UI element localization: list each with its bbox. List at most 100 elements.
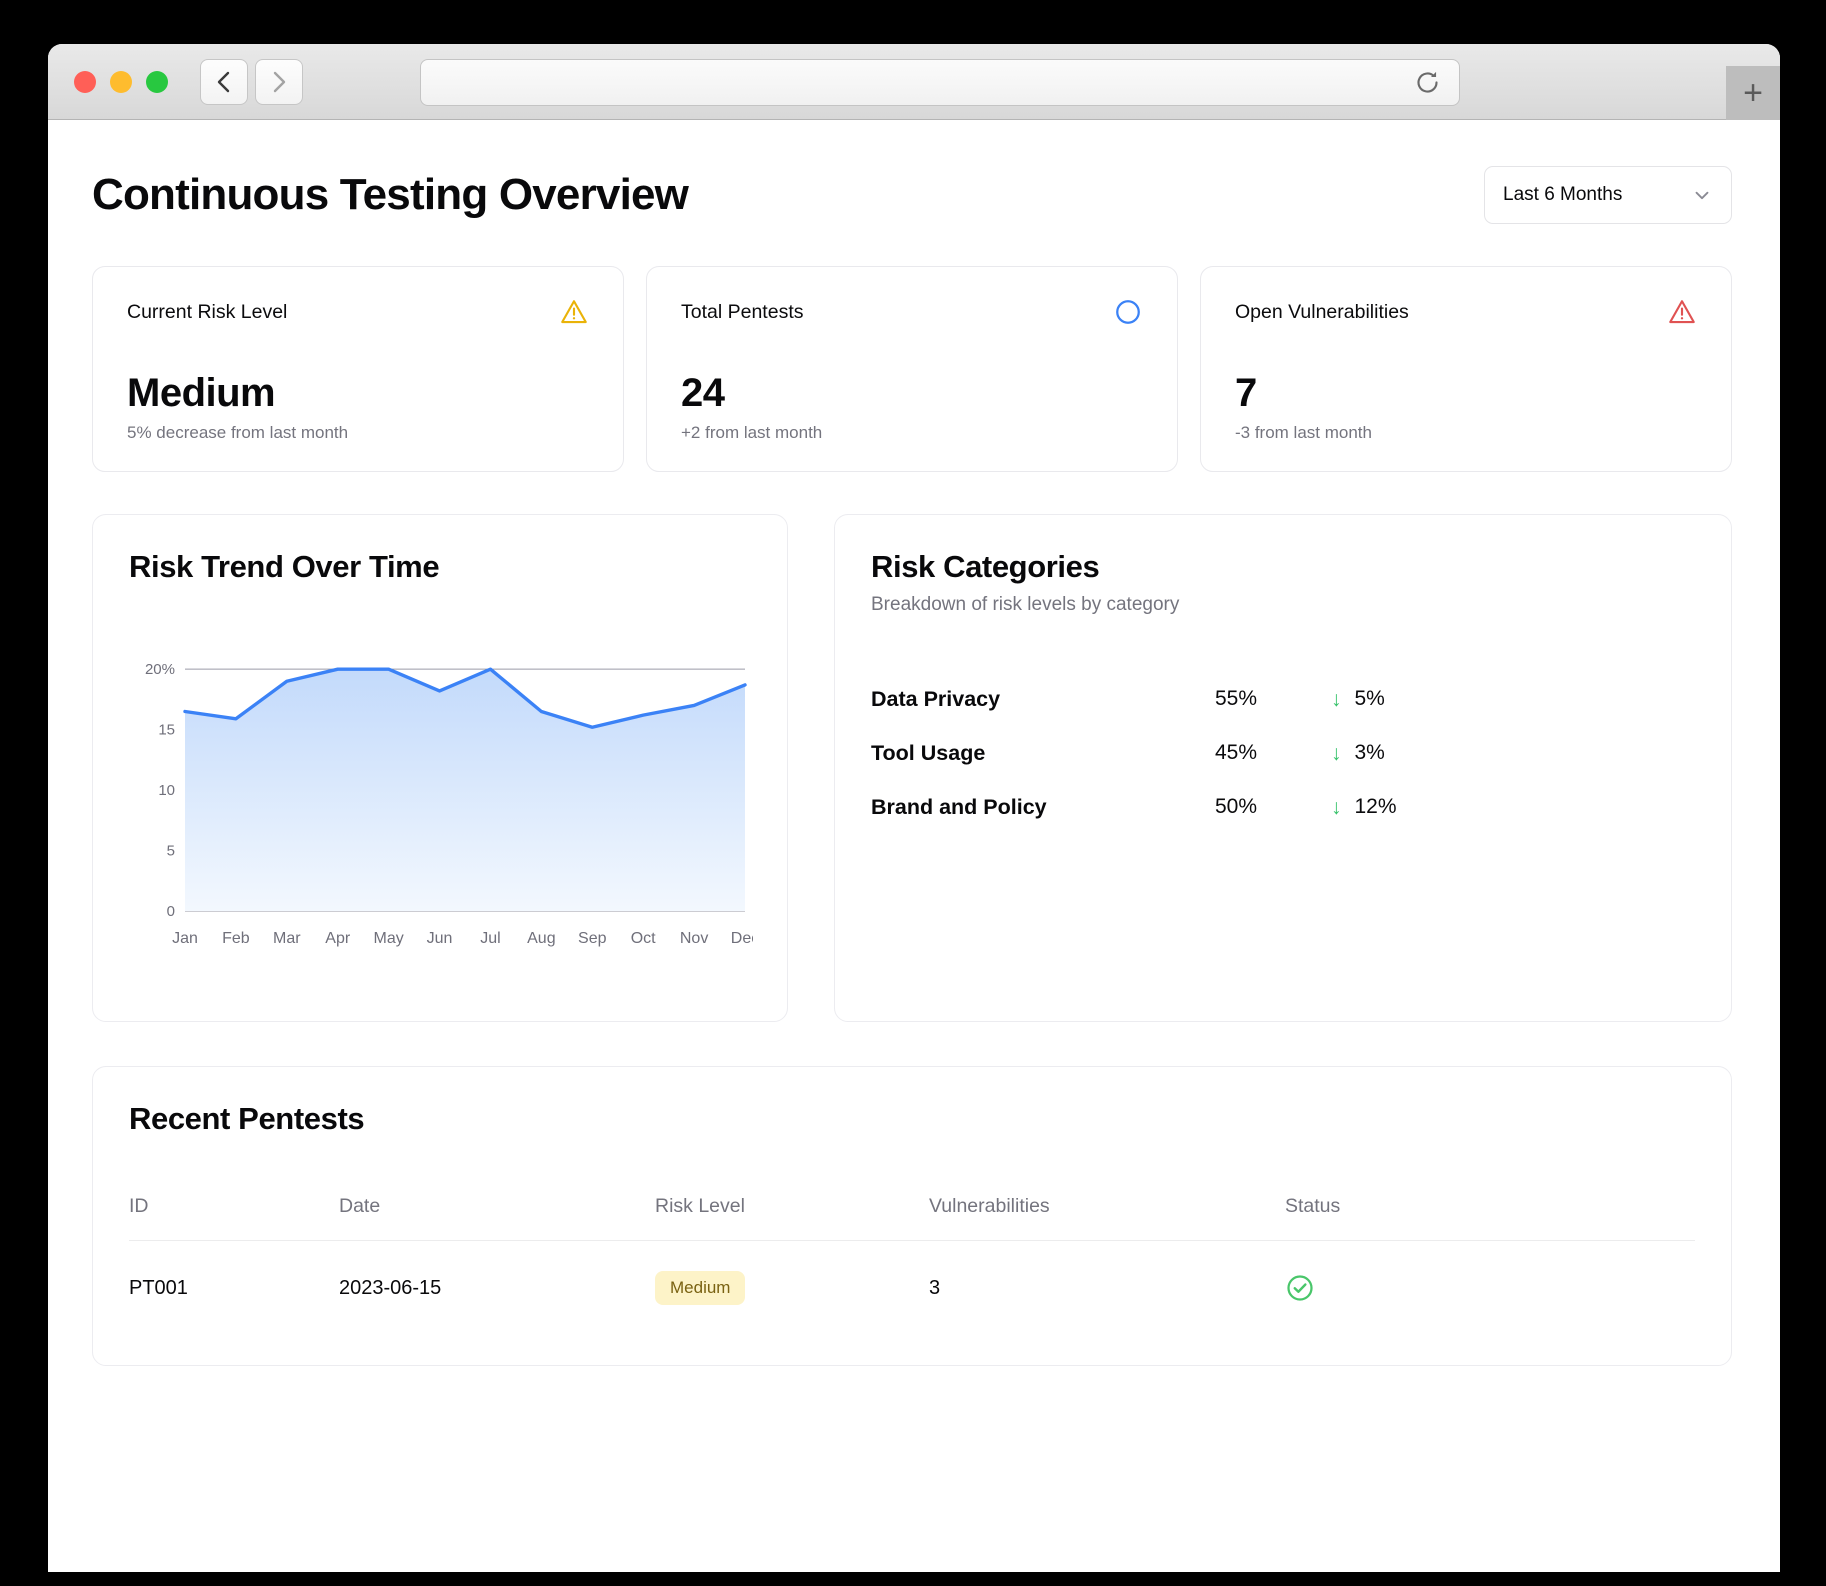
kpi-label: Open Vulnerabilities — [1235, 301, 1409, 324]
risk-category-change: 12% — [1355, 795, 1397, 819]
chart-x-tick-label: Apr — [325, 930, 351, 947]
new-tab-label: + — [1743, 76, 1763, 110]
risk-category-name: Brand and Policy — [871, 795, 1079, 820]
close-window-button[interactable] — [74, 71, 96, 93]
chart-y-tick-label: 10 — [158, 782, 175, 799]
kpi-card-row: Current Risk Level Medium 5% decrease fr… — [92, 266, 1732, 472]
kpi-label: Total Pentests — [681, 301, 803, 324]
recent-pentests-card: Recent Pentests ID Date Risk Level Vulne… — [92, 1066, 1732, 1366]
chart-x-tick-label: Nov — [680, 930, 708, 947]
alert-triangle-icon — [1667, 297, 1697, 327]
chart-x-tick-label: Dec — [731, 930, 753, 947]
recent-pentests-title: Recent Pentests — [129, 1101, 1695, 1137]
circle-icon — [1113, 297, 1143, 327]
table-header: ID Date Risk Level Vulnerabilities Statu… — [129, 1195, 1695, 1241]
navigation-buttons — [200, 59, 303, 105]
risk-categories-card: Risk Categories Breakdown of risk levels… — [834, 514, 1732, 1022]
kpi-card-current-risk-level: Current Risk Level Medium 5% decrease fr… — [92, 266, 624, 472]
column-header-date[interactable]: Date — [339, 1195, 655, 1241]
chevron-right-icon — [269, 70, 289, 94]
risk-category-delta: ↓ 5% — [1331, 687, 1385, 711]
arrow-down-icon: ↓ — [1331, 743, 1342, 764]
risk-categories-title: Risk Categories — [871, 549, 1695, 585]
new-tab-button[interactable]: + — [1726, 66, 1780, 120]
chevron-down-icon — [1691, 184, 1713, 206]
window-controls — [74, 71, 168, 93]
chart-y-tick-label: 5 — [167, 843, 175, 860]
table-header-row: ID Date Risk Level Vulnerabilities Statu… — [129, 1195, 1695, 1241]
risk-trend-title: Risk Trend Over Time — [129, 549, 751, 585]
time-range-value: Last 6 Months — [1503, 184, 1622, 206]
risk-category-delta: ↓ 3% — [1331, 741, 1385, 765]
risk-category-delta: ↓ 12% — [1331, 795, 1397, 819]
arrow-down-icon: ↓ — [1331, 797, 1342, 818]
risk-categories-subtitle: Breakdown of risk levels by category — [871, 594, 1695, 616]
chart-x-tick-label: May — [374, 930, 404, 947]
back-button[interactable] — [200, 59, 248, 105]
kpi-value: Medium — [127, 371, 589, 416]
chart-x-tick-label: Sep — [578, 930, 607, 947]
minimize-window-button[interactable] — [110, 71, 132, 93]
column-header-id[interactable]: ID — [129, 1195, 339, 1241]
cell-risk-level: Medium — [655, 1241, 929, 1306]
kpi-card-header: Total Pentests — [681, 297, 1143, 327]
chart-x-tick-label: Mar — [273, 930, 301, 947]
cell-vulnerabilities: 3 — [929, 1241, 1285, 1306]
time-range-select[interactable]: Last 6 Months — [1484, 166, 1732, 224]
column-header-risk-level[interactable]: Risk Level — [655, 1195, 929, 1241]
page-title: Continuous Testing Overview — [92, 170, 688, 220]
kpi-value: 7 — [1235, 371, 1697, 416]
risk-trend-chart: 05101520%JanFebMarAprMayJunJulAugSepOctN… — [129, 631, 751, 961]
risk-category-bar-track — [1079, 694, 1207, 705]
kpi-card-total-pentests: Total Pentests 24 +2 from last month — [646, 266, 1178, 472]
browser-window: + Continuous Testing Overview Last 6 Mon… — [48, 44, 1780, 1572]
risk-category-bar-track — [1079, 748, 1207, 759]
cell-status — [1285, 1241, 1695, 1306]
risk-trend-svg: 05101520%JanFebMarAprMayJunJulAugSepOctN… — [129, 631, 753, 961]
chart-x-tick-label: Oct — [631, 930, 656, 947]
kpi-card-open-vulnerabilities: Open Vulnerabilities 7 -3 from last mont… — [1200, 266, 1732, 472]
status-badge: Medium — [655, 1271, 745, 1305]
column-header-vulnerabilities[interactable]: Vulnerabilities — [929, 1195, 1285, 1241]
risk-category-change: 3% — [1355, 741, 1385, 765]
risk-category-name: Data Privacy — [871, 687, 1079, 712]
column-header-status[interactable]: Status — [1285, 1195, 1695, 1241]
check-circle-icon — [1285, 1273, 1315, 1303]
risk-trend-card: Risk Trend Over Time 05101520%JanFebMarA… — [92, 514, 788, 1022]
chevron-left-icon — [214, 70, 234, 94]
kpi-subtext: -3 from last month — [1235, 423, 1697, 443]
cell-id: PT001 — [129, 1241, 339, 1306]
risk-categories-list: Data Privacy 55% ↓ 5% Tool Usage — [871, 672, 1695, 834]
address-bar[interactable] — [420, 59, 1460, 106]
risk-category-percent: 45% — [1215, 741, 1293, 765]
chart-x-tick-label: Jul — [480, 930, 500, 947]
kpi-subtext: +2 from last month — [681, 423, 1143, 443]
chart-x-tick-label: Jun — [427, 930, 453, 947]
risk-category-percent: 55% — [1215, 687, 1293, 711]
kpi-label: Current Risk Level — [127, 301, 287, 324]
table-row[interactable]: PT001 2023-06-15 Medium 3 — [129, 1241, 1695, 1306]
screenshot-stage: + Continuous Testing Overview Last 6 Mon… — [0, 0, 1826, 1586]
chart-y-tick-label: 0 — [167, 903, 175, 920]
forward-button[interactable] — [255, 59, 303, 105]
kpi-subtext: 5% decrease from last month — [127, 423, 589, 443]
cell-date: 2023-06-15 — [339, 1241, 655, 1306]
risk-category-row: Tool Usage 45% ↓ 3% — [871, 726, 1695, 780]
arrow-down-icon: ↓ — [1331, 689, 1342, 710]
risk-category-row: Brand and Policy 50% ↓ 12% — [871, 780, 1695, 834]
page-content: Continuous Testing Overview Last 6 Month… — [48, 120, 1780, 1572]
reload-icon[interactable] — [1414, 69, 1441, 96]
maximize-window-button[interactable] — [146, 71, 168, 93]
recent-pentests-table: ID Date Risk Level Vulnerabilities Statu… — [129, 1195, 1695, 1305]
kpi-card-header: Current Risk Level — [127, 297, 589, 327]
chart-y-tick-label: 20% — [145, 661, 175, 678]
risk-category-percent: 50% — [1215, 795, 1293, 819]
warning-triangle-icon — [559, 297, 589, 327]
middle-row: Risk Trend Over Time 05101520%JanFebMarA… — [92, 514, 1732, 1022]
kpi-value: 24 — [681, 371, 1143, 416]
table-body: PT001 2023-06-15 Medium 3 — [129, 1241, 1695, 1306]
browser-titlebar: + — [48, 44, 1780, 120]
risk-category-row: Data Privacy 55% ↓ 5% — [871, 672, 1695, 726]
kpi-card-header: Open Vulnerabilities — [1235, 297, 1697, 327]
chart-x-tick-label: Feb — [222, 930, 250, 947]
